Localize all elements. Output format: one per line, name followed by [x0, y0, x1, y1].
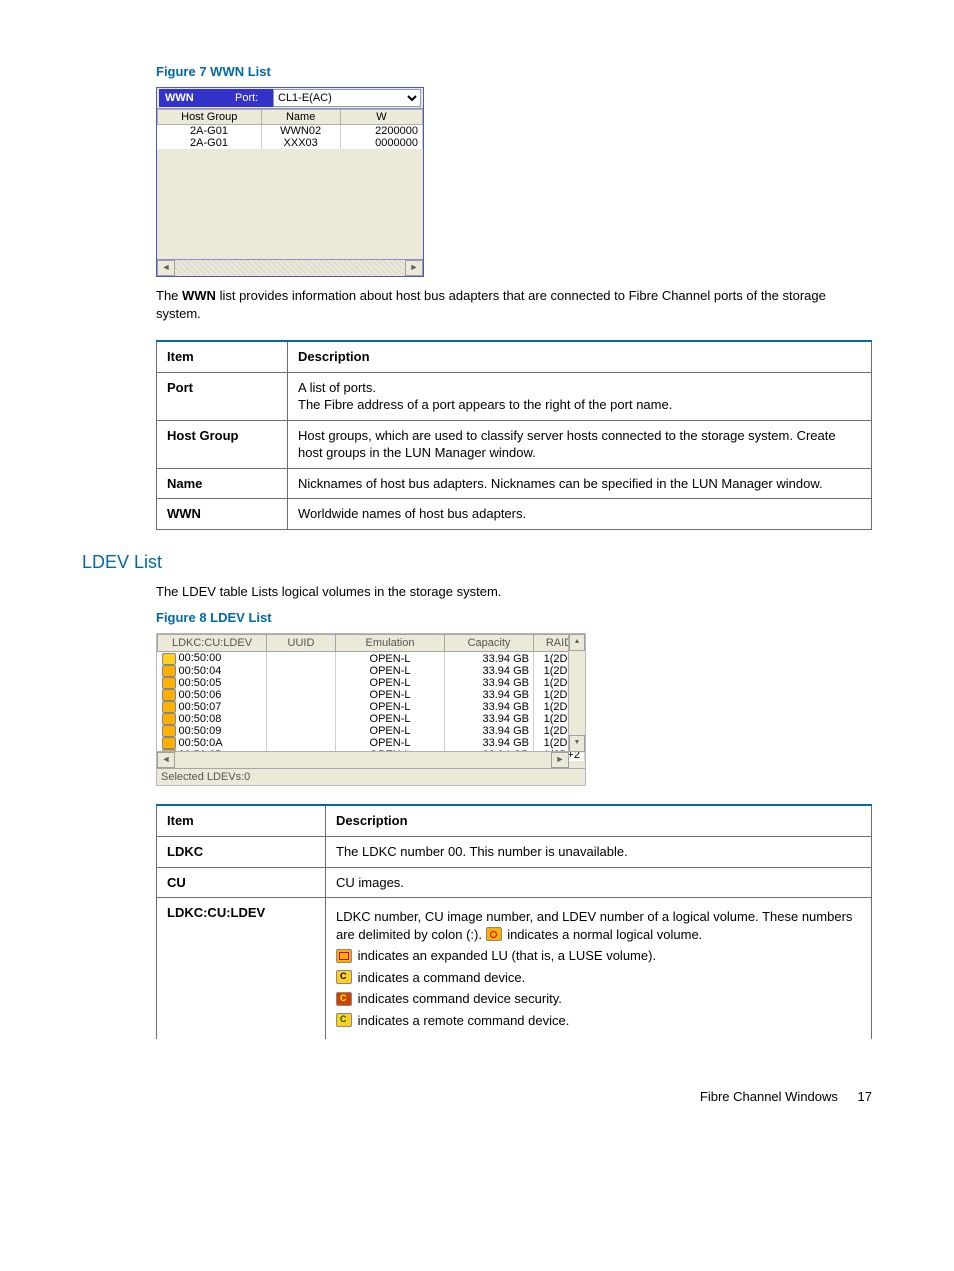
- ldev-panel: LDKC:CU:LDEV UUID Emulation Capacity RAI…: [156, 633, 586, 786]
- remote-command-device-icon: [336, 1013, 352, 1027]
- scroll-left-icon[interactable]: ◄: [157, 260, 175, 276]
- term-cu: CU: [157, 867, 326, 898]
- ldev-row[interactable]: 00:50:06OPEN-L33.94 GB1(2D+2: [158, 689, 585, 701]
- col-ldkc-cu-ldev[interactable]: LDKC:CU:LDEV: [158, 635, 267, 652]
- wwn-table: Host Group Name W 2A-G01 WWN02 2200000 2…: [157, 109, 423, 149]
- ldev-status-bar: Selected LDEVs:0: [157, 768, 585, 785]
- col-item: Item: [157, 805, 326, 836]
- term-name: Name: [157, 468, 288, 499]
- wwn-panel: WWN Port: CL1-E(AC) Host Group Name W: [156, 87, 424, 277]
- ldev-description-table: Item Description LDKC The LDKC number 00…: [156, 804, 872, 1039]
- wwn-intro-paragraph: The WWN list provides information about …: [156, 287, 872, 322]
- wwn-description-table: Item Description Port A list of ports. T…: [156, 340, 872, 530]
- ldev-intro-paragraph: The LDEV table Lists logical volumes in …: [156, 583, 872, 601]
- volume-icon: [162, 677, 176, 689]
- wwn-row[interactable]: 2A-G01 WWN02 2200000: [158, 125, 423, 138]
- volume-icon: [162, 725, 176, 737]
- volume-icon: [162, 665, 176, 677]
- col-host-group[interactable]: Host Group: [158, 110, 262, 125]
- term-host-group: Host Group: [157, 420, 288, 468]
- ldev-hscrollbar[interactable]: ◄ ►: [157, 751, 569, 768]
- term-wwn: WWN: [157, 499, 288, 530]
- ldev-row[interactable]: 00:50:09OPEN-L33.94 GB1(2D+2: [158, 725, 585, 737]
- ldev-row[interactable]: 00:50:04OPEN-L33.94 GB1(2D+2: [158, 665, 585, 677]
- command-device-icon: [336, 970, 352, 984]
- volume-icon: [162, 737, 176, 749]
- volume-icon: [162, 713, 176, 725]
- scroll-down-icon[interactable]: ▼: [569, 735, 585, 752]
- command-device-security-icon: [336, 992, 352, 1006]
- wwn-title-cell: WWN: [159, 89, 229, 107]
- term-ldkc-cu-ldev: LDKC:CU:LDEV: [157, 898, 326, 1040]
- col-uuid[interactable]: UUID: [267, 635, 336, 652]
- col-name[interactable]: Name: [261, 110, 340, 125]
- page-footer: Fibre Channel Windows 17: [82, 1089, 872, 1104]
- ldev-row[interactable]: 00:50:0AOPEN-L33.94 GB1(2D+2: [158, 737, 585, 749]
- col-description: Description: [326, 805, 872, 836]
- wwn-hscrollbar[interactable]: ◄ ►: [157, 259, 423, 276]
- wwn-port-label: Port:: [229, 89, 273, 107]
- col-item: Item: [157, 341, 288, 372]
- wwn-row[interactable]: 2A-G01 XXX03 0000000: [158, 137, 423, 149]
- term-port: Port: [157, 372, 288, 420]
- volume-icon: [162, 689, 176, 701]
- luse-volume-icon: [336, 949, 352, 963]
- col-wwn[interactable]: W: [340, 110, 422, 125]
- col-capacity[interactable]: Capacity: [445, 635, 534, 652]
- ldev-row[interactable]: 00:50:05OPEN-L33.94 GB1(2D+2: [158, 677, 585, 689]
- col-emulation[interactable]: Emulation: [336, 635, 445, 652]
- scroll-up-icon[interactable]: ▲: [569, 634, 585, 651]
- scroll-right-icon[interactable]: ►: [405, 260, 423, 276]
- normal-volume-icon: [486, 927, 502, 941]
- ldev-vscrollbar[interactable]: ▲ ▼: [568, 634, 585, 752]
- volume-icon: [162, 701, 176, 713]
- scroll-left-icon[interactable]: ◄: [157, 752, 175, 768]
- figure-8-caption: Figure 8 LDEV List: [156, 610, 872, 625]
- ldev-row[interactable]: 00:50:00OPEN-L33.94 GB1(2D+2: [158, 652, 585, 665]
- volume-icon: [162, 653, 176, 665]
- ldev-row[interactable]: 00:50:08OPEN-L33.94 GB1(2D+2: [158, 713, 585, 725]
- ldev-row[interactable]: 00:50:07OPEN-L33.94 GB1(2D+2: [158, 701, 585, 713]
- col-description: Description: [288, 341, 872, 372]
- ldev-table: LDKC:CU:LDEV UUID Emulation Capacity RAI…: [157, 634, 585, 761]
- wwn-port-select[interactable]: CL1-E(AC): [273, 89, 421, 107]
- term-ldkc: LDKC: [157, 837, 326, 868]
- scroll-right-icon[interactable]: ►: [551, 752, 569, 768]
- figure-7-caption: Figure 7 WWN List: [156, 64, 872, 79]
- ldev-section-heading: LDEV List: [82, 552, 872, 573]
